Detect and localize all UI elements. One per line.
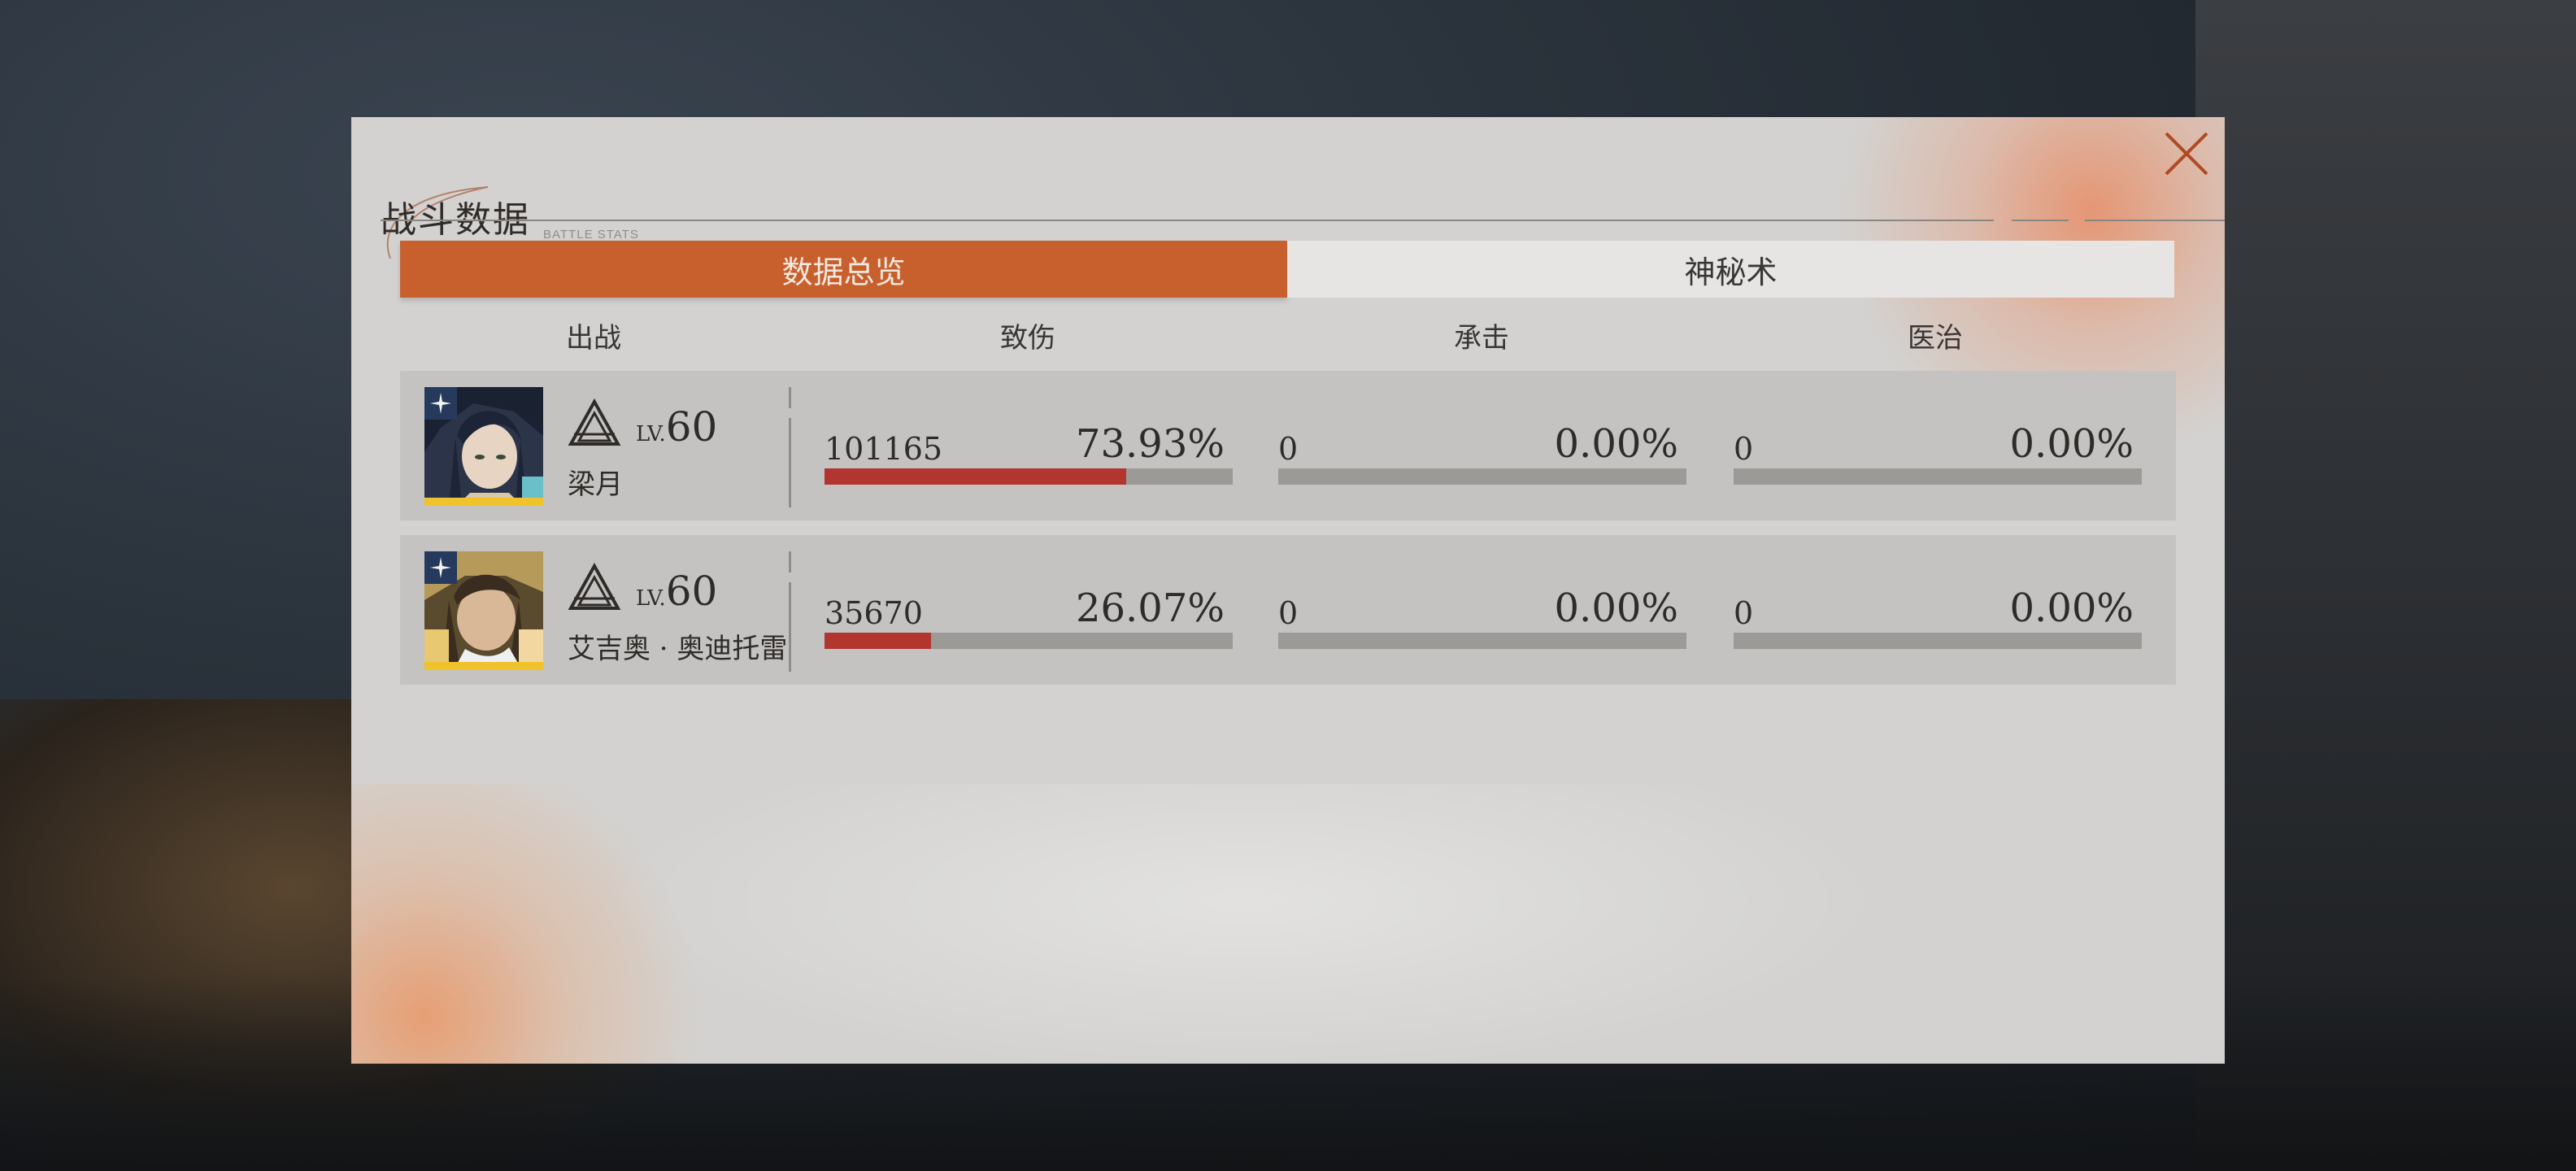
damage-taken-stat: 0 0.00% — [1278, 421, 1686, 485]
rarity-strip — [424, 662, 543, 670]
level-display: LV.60 — [636, 403, 717, 451]
column-header-damage: 致伤 — [1000, 322, 1055, 355]
rank-triangle-icon — [568, 398, 621, 446]
compass-star-icon — [424, 387, 457, 420]
column-header-damage-taken: 承击 — [1454, 322, 1509, 355]
row-divider — [789, 582, 791, 672]
damage-percent: 26.07% — [1075, 586, 1225, 631]
damage-bar — [825, 468, 1233, 485]
damage-value: 101165 — [825, 431, 943, 467]
header-divider-short — [2012, 220, 2069, 221]
healing-bar — [1734, 633, 2142, 649]
battle-stats-panel: 战斗数据 BATTLE STATS 数据总览 神秘术 出战 致伤 承击 医治 L… — [351, 117, 2225, 1064]
damage-stat: 35670 26.07% — [825, 586, 1233, 649]
tab-overview[interactable]: 数据总览 — [400, 241, 1287, 298]
damage-taken-value: 0 — [1278, 595, 1299, 631]
character-name: 梁月 — [568, 468, 623, 501]
healing-value: 0 — [1734, 431, 1754, 467]
healing-stat: 0 0.00% — [1734, 421, 2142, 485]
row-divider — [789, 551, 791, 572]
tab-arcana[interactable]: 神秘术 — [1287, 241, 2174, 298]
character-row: LV.60 梁月 101165 73.93% 0 0.00% 0 0.00% — [400, 371, 2176, 520]
rank-triangle-icon — [568, 563, 621, 610]
healing-percent: 0.00% — [2009, 586, 2134, 631]
level-prefix: LV. — [636, 586, 666, 611]
damage-bar — [825, 633, 1233, 649]
panel-title: 战斗数据 — [381, 199, 530, 241]
healing-value: 0 — [1734, 595, 1754, 631]
column-header-healing: 医治 — [1908, 322, 1963, 355]
healing-percent: 0.00% — [2009, 421, 2134, 467]
close-button[interactable] — [2158, 125, 2215, 182]
damage-taken-value: 0 — [1278, 431, 1299, 467]
rarity-strip — [424, 498, 543, 506]
level-display: LV.60 — [636, 568, 717, 615]
row-divider — [789, 418, 791, 507]
level-value: 60 — [665, 568, 718, 615]
healing-stat: 0 0.00% — [1734, 586, 2142, 649]
header-divider-end — [2085, 220, 2225, 221]
healing-bar — [1734, 468, 2142, 485]
damage-bar-fill — [825, 468, 1127, 485]
damage-percent: 73.93% — [1075, 421, 1225, 467]
panel-decor-wave — [595, 784, 1896, 1064]
damage-stat: 101165 73.93% — [825, 421, 1233, 485]
character-name: 艾吉奥 · 奥迪托雷 — [568, 633, 788, 665]
row-divider — [789, 387, 791, 408]
damage-value: 35670 — [825, 595, 923, 631]
damage-taken-bar — [1278, 468, 1686, 485]
character-avatar[interactable] — [424, 387, 543, 506]
column-header-deployed: 出战 — [566, 322, 621, 355]
damage-bar-fill — [825, 633, 931, 649]
close-icon — [2165, 132, 2208, 176]
compass-star-icon — [424, 551, 457, 584]
panel-subtitle: BATTLE STATS — [543, 228, 639, 242]
damage-taken-percent: 0.00% — [1554, 586, 1678, 631]
tab-bar: 数据总览 神秘术 — [400, 241, 2174, 298]
header-divider — [381, 220, 1994, 221]
damage-taken-percent: 0.00% — [1554, 421, 1678, 467]
level-prefix: LV. — [636, 422, 666, 446]
damage-taken-stat: 0 0.00% — [1278, 586, 1686, 649]
character-avatar[interactable] — [424, 551, 543, 670]
character-row: LV.60 艾吉奥 · 奥迪托雷 35670 26.07% 0 0.00% 0 … — [400, 535, 2176, 685]
damage-taken-bar — [1278, 633, 1686, 649]
level-value: 60 — [665, 403, 718, 451]
